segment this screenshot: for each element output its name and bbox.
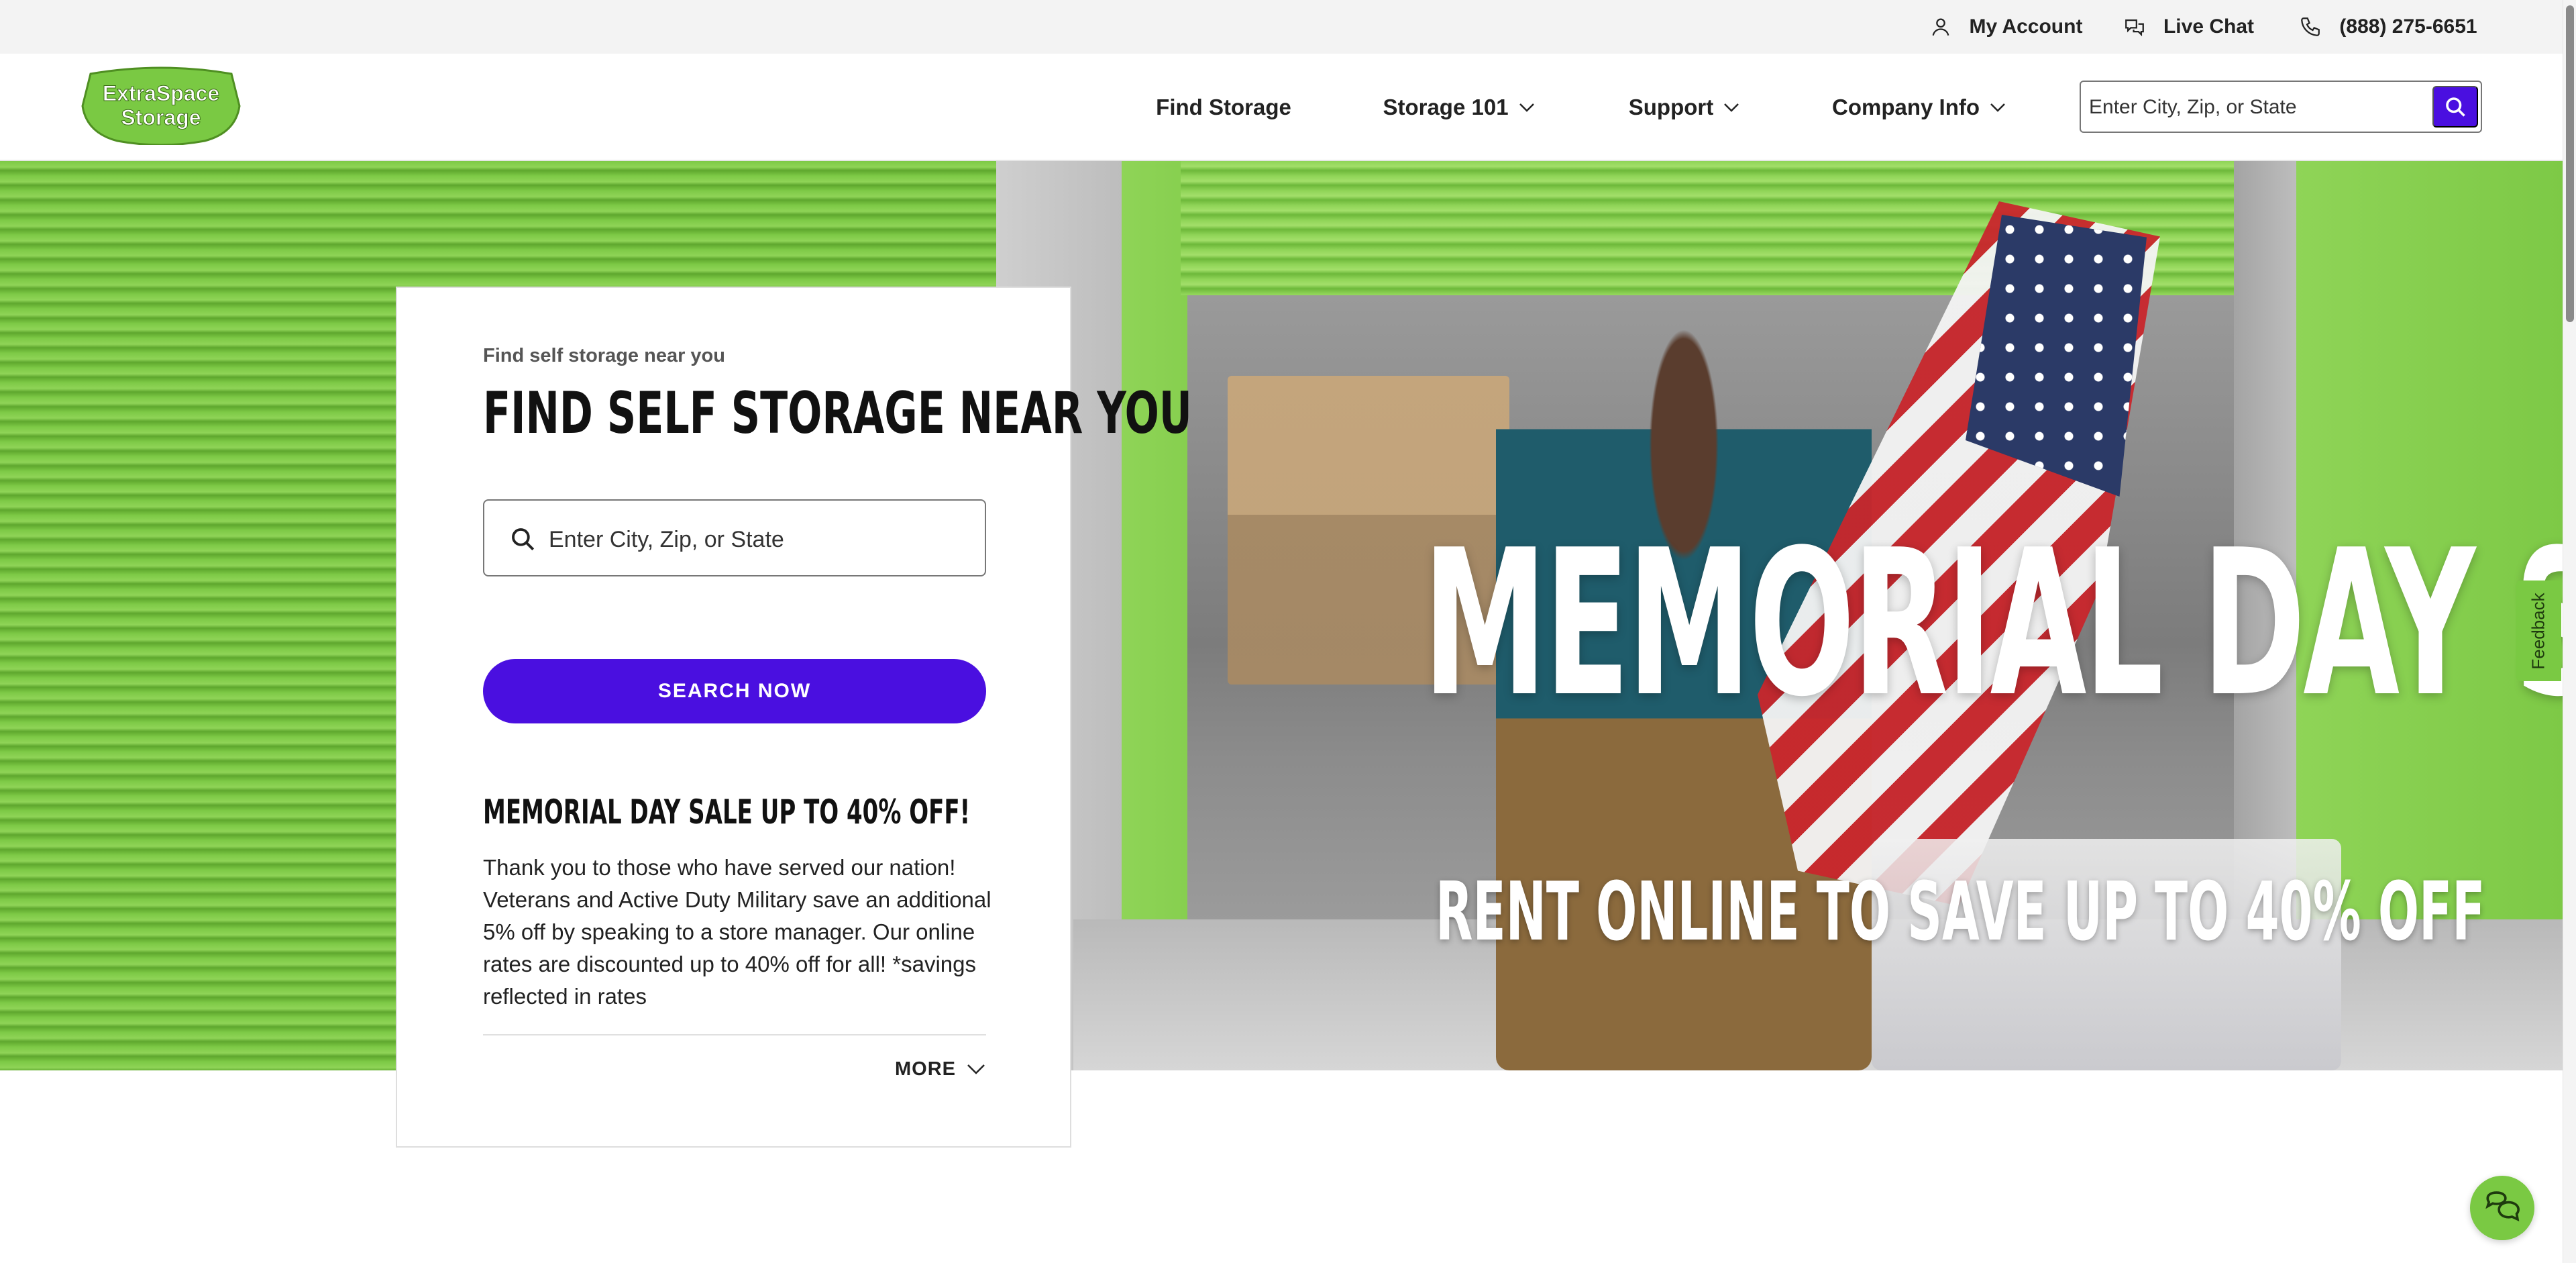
header-search <box>2080 81 2482 133</box>
search-icon <box>512 528 535 551</box>
chat-bubbles-icon <box>2485 1191 2520 1222</box>
nav-support[interactable]: Support <box>1607 54 1762 161</box>
phone-icon <box>2301 17 2320 36</box>
logo-graphic: ExtraSpace Storage <box>81 66 241 146</box>
nav-storage-101[interactable]: Storage 101 <box>1362 54 1556 161</box>
user-icon <box>1932 18 1949 36</box>
hero-headline: MEMORIAL DAY SALE <box>1423 507 2563 741</box>
card-eyebrow: Find self storage near you <box>483 345 725 366</box>
chevron-down-icon <box>1519 103 1534 112</box>
nav-support-label: Support <box>1628 95 1714 119</box>
chat-launcher-button[interactable] <box>2470 1176 2534 1240</box>
utility-bar: My Account Live Chat (888) 275-6651 <box>0 0 2563 54</box>
card-title: FIND SELF STORAGE NEAR YOU <box>483 380 1192 447</box>
search-card: Find self storage near you FIND SELF STO… <box>396 287 1192 1148</box>
feedback-tab[interactable]: Feedback <box>2516 580 2561 681</box>
logo-text-bottom: Storage <box>121 105 201 130</box>
feedback-label: Feedback <box>2528 592 2548 670</box>
sale-title: MEMORIAL DAY SALE UP TO 40% OFF! <box>483 793 971 831</box>
phone-number: (888) 275-6651 <box>2339 15 2477 38</box>
chevron-down-icon <box>967 1064 985 1074</box>
page-scrollbar[interactable] <box>2563 0 2576 1263</box>
nav-find-storage-label: Find Storage <box>1156 95 1291 119</box>
more-label: MORE <box>895 1058 956 1080</box>
chevron-down-icon <box>1724 103 1739 112</box>
nav-find-storage[interactable]: Find Storage <box>1134 54 1313 161</box>
card-search-input[interactable] <box>549 523 975 556</box>
phone-link[interactable]: (888) 275-6651 <box>2274 0 2502 54</box>
chevron-down-icon <box>1990 103 2005 112</box>
card-search-field <box>483 499 986 576</box>
live-chat-label: Live Chat <box>2163 15 2255 38</box>
sale-description: Thank you to those who have served our n… <box>483 855 991 1009</box>
my-account-link[interactable]: My Account <box>1909 0 2103 54</box>
header-search-input[interactable] <box>2089 91 2428 123</box>
hero-subhead: RENT ONLINE TO SAVE UP TO 40% OFF <box>1436 866 2485 959</box>
main-header: ExtraSpace Storage Find Storage Storage … <box>0 54 2563 161</box>
extra-space-logo[interactable]: ExtraSpace Storage <box>77 66 245 146</box>
nav-company-info[interactable]: Company Info <box>1811 54 2027 161</box>
header-search-button[interactable] <box>2432 86 2478 128</box>
live-chat-link[interactable]: Live Chat <box>2120 0 2257 54</box>
scrollbar-thumb[interactable] <box>2566 5 2574 322</box>
chat-bubbles-icon <box>2125 19 2144 37</box>
nav-company-info-label: Company Info <box>1832 95 1980 119</box>
logo-text-top: ExtraSpace <box>103 81 219 105</box>
my-account-label: My Account <box>1969 15 2083 38</box>
search-now-button[interactable]: SEARCH NOW <box>483 659 986 723</box>
nav-storage-101-label: Storage 101 <box>1383 95 1509 119</box>
hero-banner: MEMORIAL DAY SALE RENT ONLINE TO SAVE UP… <box>0 161 2563 1070</box>
more-toggle[interactable]: MORE <box>895 1034 986 1104</box>
search-icon <box>2446 97 2465 117</box>
